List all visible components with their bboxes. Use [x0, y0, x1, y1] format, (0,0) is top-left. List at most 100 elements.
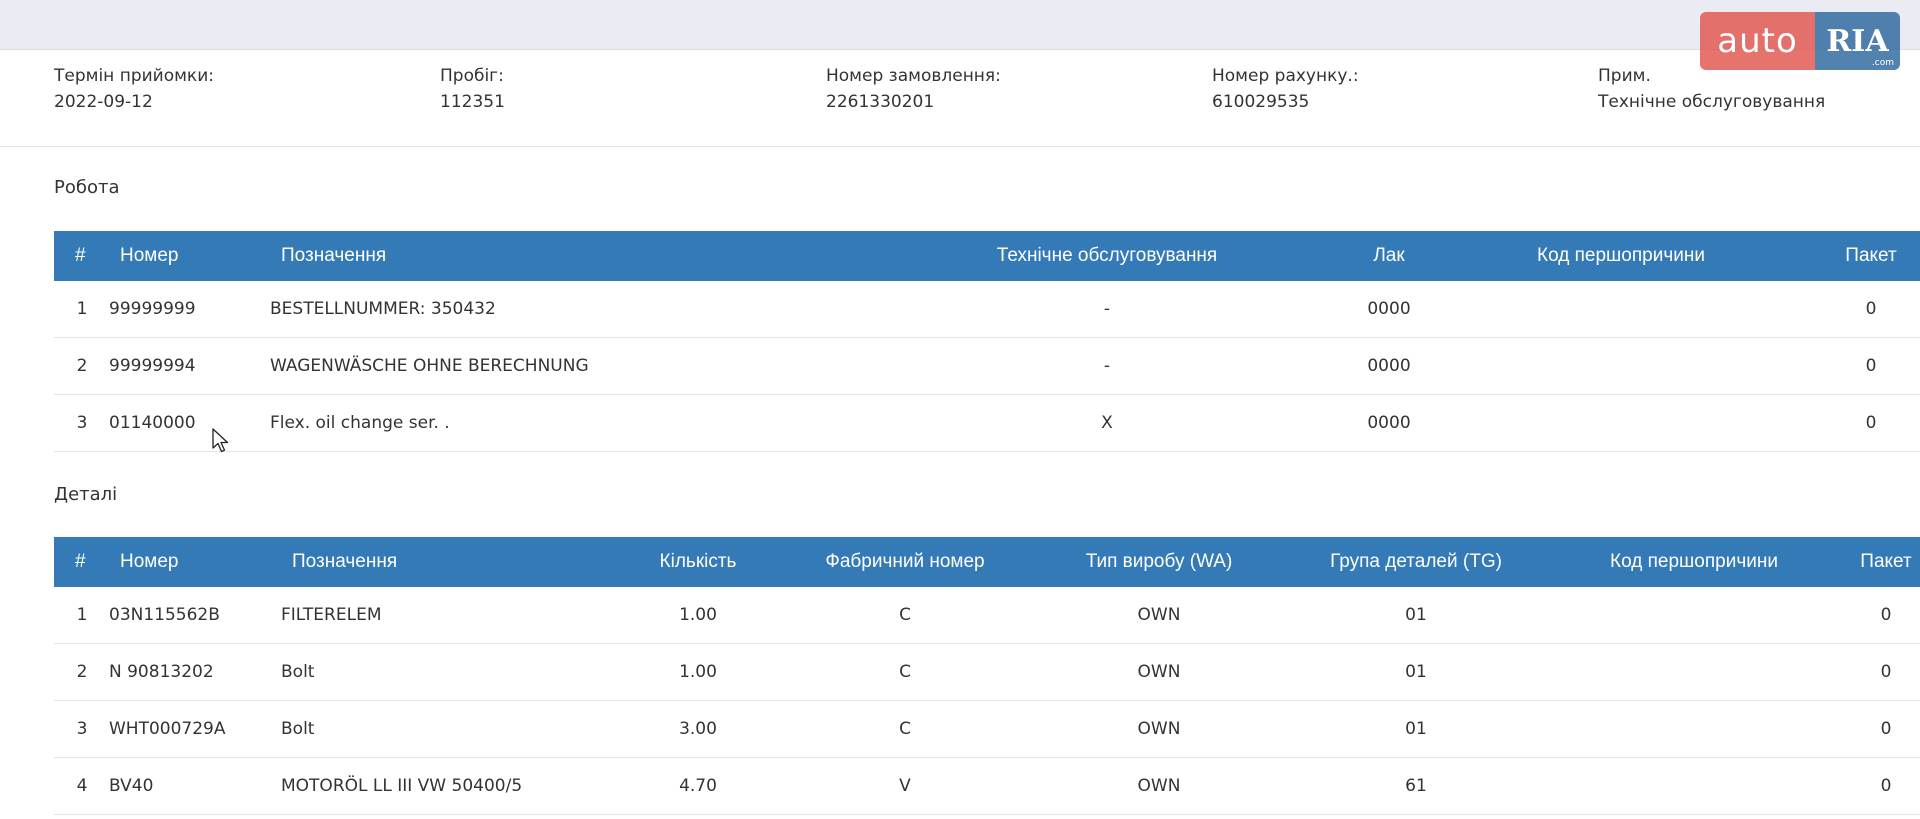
work-table-header: # Номер Позначення Технічне обслуговуван…	[54, 231, 1920, 281]
cell-index: 1	[76, 299, 88, 319]
cell-number: 01140000	[109, 413, 196, 433]
work-table-row[interactable]: 1 99999999 BESTELLNUMMER: 350432 - 0000 …	[54, 281, 1920, 338]
col-index-header[interactable]: #	[75, 231, 86, 281]
cell-parts-group: 01	[1405, 719, 1427, 739]
work-table-row[interactable]: 3 01140000 Flex. oil change ser. . X 000…	[54, 395, 1920, 452]
cell-packet: 0	[1880, 776, 1892, 796]
watermark-auto-text: auto	[1700, 12, 1815, 70]
cell-index: 4	[76, 776, 88, 796]
info-divider	[0, 146, 1920, 147]
cell-packet: 0	[1880, 662, 1892, 682]
info-value: 112351	[440, 92, 505, 112]
cell-number: 99999994	[109, 356, 196, 376]
info-invoice-number: Номер рахунку.: 610029535	[1212, 64, 1359, 116]
parts-table-row[interactable]: 3 WHT000729A Bolt 3.00 C OWN 01 0	[54, 701, 1920, 758]
cell-packet: 0	[1865, 356, 1877, 376]
cell-packet: 0	[1865, 299, 1877, 319]
cell-index: 2	[76, 662, 88, 682]
info-label: Термін прийомки:	[54, 66, 214, 86]
col-lak-header[interactable]: Лак	[1373, 231, 1404, 281]
cell-parts-group: 61	[1405, 776, 1427, 796]
col-cause-code-header[interactable]: Код першопричини	[1610, 537, 1778, 587]
cell-factory-number: V	[899, 776, 911, 796]
parts-table-row[interactable]: 2 N 90813202 Bolt 1.00 C OWN 01 0	[54, 644, 1920, 701]
order-info-row: Термін прийомки: 2022-09-12 Пробіг: 1123…	[54, 64, 1920, 124]
col-number-header[interactable]: Номер	[120, 537, 178, 587]
parts-table-row[interactable]: 1 03N115562B FILTERELEM 1.00 C OWN 01 0	[54, 587, 1920, 644]
cell-factory-number: C	[899, 719, 911, 739]
cell-parts-group: 01	[1405, 605, 1427, 625]
cell-number: 99999999	[109, 299, 196, 319]
col-designation-header[interactable]: Позначення	[281, 231, 386, 281]
cell-number: N 90813202	[109, 662, 214, 682]
cell-quantity: 3.00	[679, 719, 717, 739]
parts-section-title: Деталі	[54, 484, 118, 505]
cell-index: 2	[76, 356, 88, 376]
info-value: 610029535	[1212, 92, 1310, 112]
work-section-title: Робота	[54, 177, 120, 198]
cell-number: 03N115562B	[109, 605, 220, 625]
mouse-cursor-icon	[212, 428, 229, 453]
cell-quantity: 1.00	[679, 662, 717, 682]
cell-parts-group: 01	[1405, 662, 1427, 682]
cell-designation: Bolt	[281, 719, 315, 739]
cell-product-type: OWN	[1137, 662, 1181, 682]
cell-lak: 0000	[1367, 299, 1411, 319]
watermark-ria-text: RIA .com	[1815, 12, 1900, 70]
cell-index: 3	[76, 413, 88, 433]
cell-designation: WAGENWÄSCHE OHNE BERECHNUNG	[270, 356, 589, 376]
cell-lak: 0000	[1367, 413, 1411, 433]
col-factory-number-header[interactable]: Фабричний номер	[825, 537, 984, 587]
cell-maintenance: -	[1103, 299, 1111, 319]
cell-product-type: OWN	[1137, 719, 1181, 739]
col-designation-header[interactable]: Позначення	[292, 537, 397, 587]
work-table-row[interactable]: 2 99999994 WAGENWÄSCHE OHNE BERECHNUNG -…	[54, 338, 1920, 395]
top-bar	[0, 0, 1920, 50]
cell-product-type: OWN	[1137, 605, 1181, 625]
col-maintenance-header[interactable]: Технічне обслуговування	[997, 231, 1217, 281]
info-value: 2022-09-12	[54, 92, 153, 112]
cell-factory-number: C	[899, 662, 911, 682]
info-label: Номер рахунку.:	[1212, 66, 1359, 86]
col-packet-header[interactable]: Пакет	[1845, 231, 1896, 281]
col-packet-header[interactable]: Пакет	[1860, 537, 1911, 587]
col-cause-code-header[interactable]: Код першопричини	[1537, 231, 1705, 281]
cell-maintenance: X	[1101, 413, 1113, 433]
info-label: Номер замовлення:	[826, 66, 1001, 86]
info-mileage: Пробіг: 112351	[440, 64, 505, 116]
autoria-watermark-logo: auto RIA .com	[1700, 12, 1900, 70]
cell-product-type: OWN	[1137, 776, 1181, 796]
cell-packet: 0	[1880, 605, 1892, 625]
parts-table: # Номер Позначення Кількість Фабричний н…	[54, 537, 1920, 815]
cell-packet: 0	[1880, 719, 1892, 739]
work-table: # Номер Позначення Технічне обслуговуван…	[54, 231, 1920, 452]
col-quantity-header[interactable]: Кількість	[660, 537, 737, 587]
cell-designation: Flex. oil change ser. .	[270, 413, 450, 433]
cell-factory-number: C	[899, 605, 911, 625]
cell-designation: Bolt	[281, 662, 315, 682]
cell-packet: 0	[1865, 413, 1877, 433]
cell-number: BV40	[109, 776, 154, 796]
cell-maintenance: -	[1103, 356, 1111, 376]
info-label: Пробіг:	[440, 66, 504, 86]
col-index-header[interactable]: #	[75, 537, 86, 587]
info-acceptance-date: Термін прийомки: 2022-09-12	[54, 64, 214, 116]
cell-index: 1	[76, 605, 88, 625]
cell-designation: BESTELLNUMMER: 350432	[270, 299, 496, 319]
cell-number: WHT000729A	[109, 719, 226, 739]
info-order-number: Номер замовлення: 2261330201	[826, 64, 1001, 116]
parts-table-row[interactable]: 4 BV40 MOTORÖL LL III VW 50400/5 4.70 V …	[54, 758, 1920, 815]
col-parts-group-header[interactable]: Група деталей (TG)	[1330, 537, 1502, 587]
watermark-ria-label: RIA	[1826, 23, 1889, 59]
cell-designation: FILTERELEM	[281, 605, 382, 625]
info-label: Прим.	[1598, 66, 1651, 86]
cell-quantity: 1.00	[679, 605, 717, 625]
col-number-header[interactable]: Номер	[120, 231, 178, 281]
info-note: Прим. Технічне обслуговування	[1598, 64, 1825, 116]
info-value: 2261330201	[826, 92, 935, 112]
cell-lak: 0000	[1367, 356, 1411, 376]
info-value: Технічне обслуговування	[1598, 92, 1826, 112]
col-product-type-header[interactable]: Тип виробу (WA)	[1086, 537, 1233, 587]
cell-index: 3	[76, 719, 88, 739]
cell-quantity: 4.70	[679, 776, 717, 796]
